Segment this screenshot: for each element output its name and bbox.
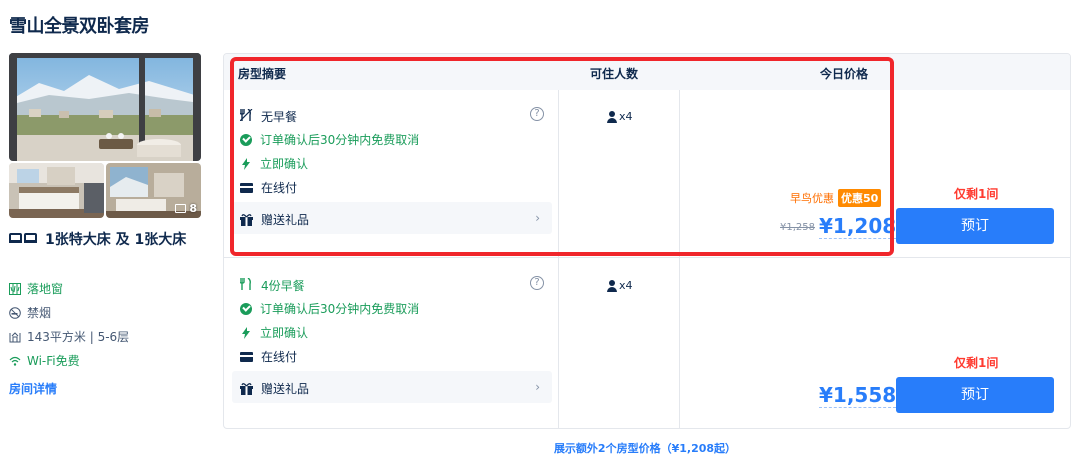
rate-table: 房型摘要 可住人数 今日价格 无早餐 ? 订单确认后30分钟内免费取消 立即确认… xyxy=(223,53,1071,429)
cancel-policy-label: 订单确认后30分钟内免费取消 xyxy=(260,133,420,147)
room-card: 雪山全景双卧套房 8 1张特大床 及 1张大床 落地窗 禁烟 143平方米 | … xyxy=(0,0,1080,469)
gift-icon xyxy=(240,213,253,226)
lightning-icon xyxy=(240,157,252,170)
person-icon xyxy=(606,280,618,292)
card-icon xyxy=(240,182,253,193)
payment-info: 在线付 xyxy=(240,348,297,365)
rooms-remaining: 仅剩1间 xyxy=(954,187,999,201)
confirm-label: 立即确认 xyxy=(260,157,309,171)
gift-info: 赠送礼品 xyxy=(240,211,309,228)
gift-icon xyxy=(240,382,253,395)
book-button[interactable]: 预订 xyxy=(896,208,1054,244)
breakfast-icon xyxy=(239,277,253,293)
gift-label: 赠送礼品 xyxy=(261,382,310,396)
gallery-icon xyxy=(175,204,187,213)
bed-type-label: 1张特大床 及 1张大床 xyxy=(45,232,187,248)
confirm-info: 立即确认 xyxy=(240,324,308,341)
window-icon xyxy=(9,282,21,295)
feature-label: 落地窗 xyxy=(27,282,64,296)
price[interactable]: ¥1,208 xyxy=(819,214,897,239)
feature-no-smoking: 禁烟 xyxy=(9,304,51,321)
card-icon xyxy=(240,351,253,362)
feature-window: 落地窗 xyxy=(9,280,63,297)
rate-table-header: 房型摘要 可住人数 今日价格 xyxy=(224,54,1070,90)
check-circle-icon xyxy=(240,302,252,315)
rate-row: 4份早餐 ? 订单确认后30分钟内免费取消 立即确认 在线付 赠送礼品 › x4… xyxy=(224,259,1070,428)
promo-tags: 早鸟优惠 优惠50 xyxy=(790,189,882,207)
check-circle-icon xyxy=(240,133,252,146)
occupancy-value: x4 xyxy=(619,110,633,123)
gift-label: 赠送礼品 xyxy=(261,213,310,227)
room-photo-main[interactable] xyxy=(9,53,201,161)
cancel-policy: 订单确认后30分钟内免费取消 xyxy=(240,300,419,317)
occupancy: x4 xyxy=(606,279,633,292)
help-icon[interactable]: ? xyxy=(530,107,544,121)
wifi-icon xyxy=(9,355,21,367)
cancel-policy-label: 订单确认后30分钟内免费取消 xyxy=(260,302,420,316)
gift-bar[interactable]: 赠送礼品 › xyxy=(232,371,552,403)
room-title: 雪山全景双卧套房 xyxy=(9,16,150,37)
feature-area: 143平方米 | 5-6层 xyxy=(9,328,129,345)
bed-type: 1张特大床 及 1张大床 xyxy=(9,230,199,251)
meal-info: 无早餐 xyxy=(239,108,298,125)
confirm-label: 立即确认 xyxy=(260,326,309,340)
gift-info: 赠送礼品 xyxy=(240,380,309,397)
person-icon xyxy=(606,111,618,123)
feature-wifi: Wi-Fi免费 xyxy=(9,352,80,369)
room-photo-thumb[interactable]: 8 xyxy=(106,163,201,218)
feature-label: Wi-Fi免费 xyxy=(27,354,80,368)
header-price: 今日价格 xyxy=(820,67,869,81)
discount-badge: 优惠50 xyxy=(838,189,882,207)
show-more-rates-link[interactable]: 展示额外2个房型价格（¥1,208起） xyxy=(0,440,1080,456)
cancel-policy: 订单确认后30分钟内免费取消 xyxy=(240,131,419,148)
price[interactable]: ¥1,558 xyxy=(819,383,897,408)
rate-row: 无早餐 ? 订单确认后30分钟内免费取消 立即确认 在线付 赠送礼品 › x4 … xyxy=(224,90,1070,258)
book-button[interactable]: 预订 xyxy=(896,377,1054,413)
photo-count-value: 8 xyxy=(189,202,197,215)
original-price: ¥1,258 xyxy=(780,222,815,233)
photo-count: 8 xyxy=(175,202,197,215)
meal-label: 4份早餐 xyxy=(261,279,305,293)
occupancy-value: x4 xyxy=(619,279,633,292)
no-smoking-icon xyxy=(9,306,21,319)
payment-label: 在线付 xyxy=(261,350,298,364)
header-summary: 房型摘要 xyxy=(238,67,287,81)
lightning-icon xyxy=(240,326,252,339)
bed-icon xyxy=(9,233,39,245)
header-occupancy: 可住人数 xyxy=(590,67,639,81)
help-icon[interactable]: ? xyxy=(530,276,544,290)
promo-label: 早鸟优惠 xyxy=(790,192,834,205)
feature-label: 禁烟 xyxy=(27,306,52,320)
confirm-info: 立即确认 xyxy=(240,155,308,172)
area-icon xyxy=(9,331,21,343)
no-breakfast-icon xyxy=(239,108,253,124)
payment-info: 在线付 xyxy=(240,179,297,196)
rooms-remaining: 仅剩1间 xyxy=(954,356,999,370)
payment-label: 在线付 xyxy=(261,181,298,195)
meal-label: 无早餐 xyxy=(261,110,298,124)
occupancy: x4 xyxy=(606,110,633,123)
chevron-right-icon: › xyxy=(535,211,540,225)
room-detail-link[interactable]: 房间详情 xyxy=(9,380,57,397)
chevron-right-icon: › xyxy=(535,380,540,394)
meal-info: 4份早餐 xyxy=(239,277,305,294)
feature-label: 143平方米 | 5-6层 xyxy=(27,330,130,344)
room-photo-thumb[interactable] xyxy=(9,163,104,218)
gift-bar[interactable]: 赠送礼品 › xyxy=(232,202,552,234)
